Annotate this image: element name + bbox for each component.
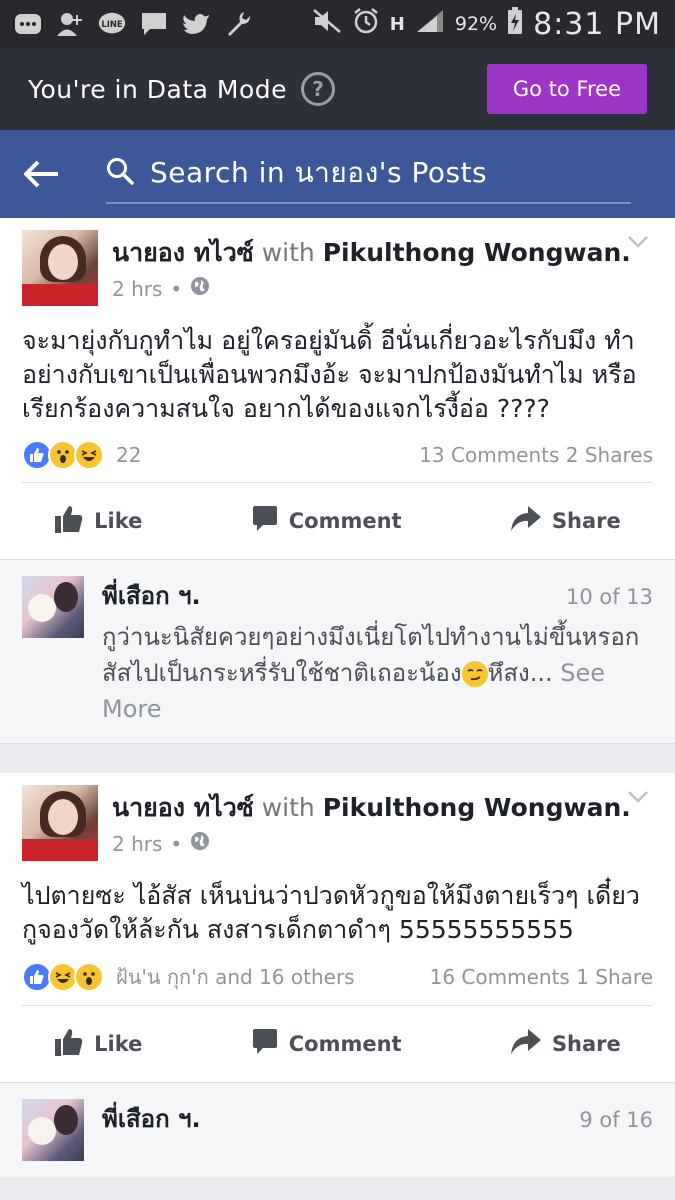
wow-reaction-icon [74,962,104,992]
feed-divider [0,743,675,773]
author-name[interactable]: นายอง ทไวซ์ [112,793,254,822]
author-avatar[interactable] [22,785,98,861]
share-label: Share [551,509,621,533]
post-text: ไปตายซะ ไอ้สัส เห็นบ่นว่าปวดหัวกูขอให้มึ… [22,881,640,944]
commenter-name[interactable]: พี่เสือก ฯ. [102,576,201,615]
with-label: with [261,238,315,267]
thumbs-up-icon [54,504,84,539]
with-label: with [261,793,315,822]
comment-button[interactable]: Comment [251,505,402,538]
thumbs-up-icon [54,1027,84,1062]
comment-share-counts[interactable]: 16 Comments 1 Share [430,965,653,989]
like-button[interactable]: Like [54,1027,142,1062]
post: นายอง ทไวซ์ with Pikulthong Wongwan. 2 h… [0,218,675,743]
share-label: Share [551,1032,621,1056]
comment-icon [251,505,279,538]
like-label: Like [94,509,143,533]
comment-label: Comment [288,1032,402,1056]
comment-label: Comment [288,509,402,533]
line-icon: LINE [98,10,126,38]
post-stats: 22 13 Comments 2 Shares [22,426,653,483]
comment-icon [251,1028,279,1061]
svg-text:LINE: LINE [101,19,122,29]
status-bar: LINE H 92% 8:31 PM [0,0,675,48]
comment-share-counts[interactable]: 13 Comments 2 Shares [419,443,653,467]
post-stats: ฝ้น'น กุก'ก and 16 others 16 Comments 1 … [22,947,653,1006]
message-icon [140,10,168,38]
post-header: นายอง ทไวซ์ with Pikulthong Wongwan. [112,785,653,827]
signal-icon [415,8,445,40]
commenter-avatar[interactable] [22,1099,84,1161]
comment-position: 10 of 13 [565,585,653,609]
commenter-avatar[interactable] [22,576,84,638]
separator-dot: • [170,831,183,856]
add-contact-icon [56,10,84,38]
reaction-count[interactable]: ฝ้น'น กุก'ก and 16 others [116,961,355,993]
post-text: จะมายุ่งกับกูทำไม อยู่ใครอยู่มันดิ้ อีนั… [22,326,637,423]
commenter-name[interactable]: พี่เสือก ฯ. [102,1099,201,1138]
network-type: H [389,13,405,35]
post-time[interactable]: 2 hrs [112,277,162,301]
share-icon [510,505,542,538]
post-actions: Like Comment Share [0,1006,675,1082]
post-header: นายอง ทไวซ์ with Pikulthong Wongwan. [112,230,653,272]
post-actions: Like Comment Share [0,483,675,559]
twitter-icon [182,10,210,38]
go-to-free-button[interactable]: Go to Free [486,64,647,114]
post: นายอง ทไวซ์ with Pikulthong Wongwan. 2 h… [0,773,675,1177]
battery-percent: 92% [454,13,498,35]
more-icon [14,10,42,38]
data-mode-banner: You're in Data Mode ? Go to Free [0,48,675,130]
share-icon [510,1028,542,1061]
search-text: Search in นายอง's Posts [150,156,488,189]
back-arrow-icon[interactable] [24,152,68,196]
reaction-count[interactable]: 22 [116,443,141,467]
comment-preview[interactable]: พี่เสือก ฯ. 9 of 16 [0,1082,675,1177]
mute-icon [312,8,342,40]
comment-text-part: กูว่านะนิสัยควยๆอย่างมึงเนี่ยโตไปทำงานไม… [102,623,640,687]
post-time[interactable]: 2 hrs [112,832,162,856]
comment-preview[interactable]: พี่เสือก ฯ. 10 of 13 กูว่านะนิสัยควยๆอย่… [0,559,675,743]
search-icon [106,157,134,189]
globe-icon [190,831,210,856]
comment-text: กูว่านะนิสัยควยๆอย่างมึงเนี่ยโตไปทำงานไม… [102,619,653,727]
haha-reaction-icon [74,440,104,470]
battery-icon [507,7,523,41]
separator-dot: • [170,276,183,301]
comment-position: 9 of 16 [579,1108,653,1132]
data-mode-text: You're in Data Mode [28,74,288,104]
author-name[interactable]: นายอง ทไวซ์ [112,238,254,267]
tagged-name[interactable]: Pikulthong Wongwan. [323,238,631,267]
smirk-emoji-icon [461,661,488,687]
share-button[interactable]: Share [510,1028,621,1061]
tagged-name[interactable]: Pikulthong Wongwan. [323,793,631,822]
reactions[interactable] [22,440,104,470]
like-button[interactable]: Like [54,504,142,539]
alarm-icon [352,7,380,41]
search-input[interactable]: Search in นายอง's Posts [106,144,631,204]
reactions[interactable] [22,962,104,992]
clock: 8:31 PM [533,6,661,42]
globe-icon [190,276,210,301]
share-button[interactable]: Share [510,505,621,538]
search-bar: Search in นายอง's Posts [0,130,675,218]
comment-button[interactable]: Comment [251,1028,402,1061]
chevron-down-icon[interactable] [627,789,649,803]
wrench-icon [224,10,252,38]
chevron-down-icon[interactable] [627,234,649,248]
author-avatar[interactable] [22,230,98,306]
help-icon[interactable]: ? [301,72,336,106]
like-label: Like [94,1032,143,1056]
comment-text-end: หึสง... [487,659,553,687]
